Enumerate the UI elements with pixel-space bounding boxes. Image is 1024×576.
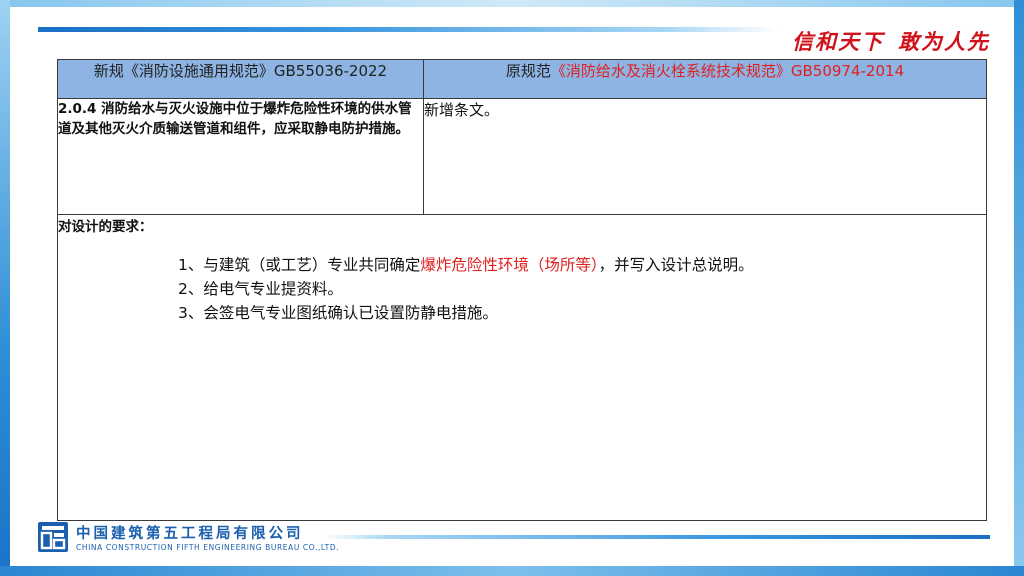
footer-divider-line (322, 535, 990, 539)
company-name-cn: 中国建筑第五工程局有限公司 (76, 526, 304, 542)
comparison-table: 新规《消防设施通用规范》GB55036-2022 原规范《消防给水及消火栓系统技… (57, 59, 987, 521)
requirements-list: 1、与建筑（或工艺）专业共同确定爆炸危险性环境（场所等），并写入设计总说明。 2… (178, 253, 986, 325)
old-status-text: 新增条文。 (424, 101, 500, 119)
bottom-frame-bar (0, 566, 1024, 576)
old-clause-cell: 新增条文。 (423, 98, 987, 215)
new-code-header: 新规《消防设施通用规范》GB55036-2022 (57, 59, 424, 99)
slogan-part-1: 信和天下 (792, 29, 884, 54)
old-code-header-prefix: 原规范 (505, 62, 551, 80)
clause-row: 2.0.4 消防给水与灭火设施中位于爆炸危险性环境的供水管道及其他灭火介质输送管… (57, 98, 987, 215)
requirement-item-3: 3、会签电气专业图纸确认已设置防静电措施。 (178, 301, 986, 325)
requirement-1-tail: ，并写入设计总说明。 (598, 256, 754, 274)
left-frame-bar (0, 0, 10, 576)
requirement-1-text: 1、与建筑（或工艺）专业共同确定 (178, 256, 421, 274)
company-name-en: CHINA CONSTRUCTION FIFTH ENGINEERING BUR… (76, 543, 340, 552)
requirements-cell: 对设计的要求： 1、与建筑（或工艺）专业共同确定爆炸危险性环境（场所等），并写入… (57, 214, 987, 521)
requirements-row: 对设计的要求： 1、与建筑（或工艺）专业共同确定爆炸危险性环境（场所等），并写入… (57, 214, 987, 521)
slogan-part-2: 敢为人先 (898, 29, 990, 54)
requirement-3-text: 3、会签电气专业图纸确认已设置防静电措施。 (178, 304, 498, 322)
requirement-2-text: 2、给电气专业提资料。 (178, 280, 343, 298)
new-code-header-text: 新规《消防设施通用规范》GB55036-2022 (93, 62, 388, 80)
table-header-row: 新规《消防设施通用规范》GB55036-2022 原规范《消防给水及消火栓系统技… (57, 59, 987, 99)
top-frame-bar (0, 0, 1024, 7)
old-code-header-name: 《消防给水及消火栓系统技术规范》GB50974-2014 (550, 62, 905, 80)
requirements-title: 对设计的要求： (58, 219, 153, 235)
company-logo-icon (38, 522, 68, 552)
slogan: 信和天下 敢为人先 (792, 26, 990, 56)
requirement-1-highlight: 爆炸危险性环境（场所等） (420, 256, 599, 274)
right-frame-bar (1014, 0, 1024, 576)
header-divider-line (38, 27, 778, 32)
clause-text: 2.0.4 消防给水与灭火设施中位于爆炸危险性环境的供水管道及其他灭火介质输送管… (58, 101, 412, 137)
requirement-item-1: 1、与建筑（或工艺）专业共同确定爆炸危险性环境（场所等），并写入设计总说明。 (178, 253, 986, 277)
new-clause-cell: 2.0.4 消防给水与灭火设施中位于爆炸危险性环境的供水管道及其他灭火介质输送管… (57, 98, 424, 215)
requirement-item-2: 2、给电气专业提资料。 (178, 277, 986, 301)
old-code-header: 原规范《消防给水及消火栓系统技术规范》GB50974-2014 (423, 59, 987, 99)
